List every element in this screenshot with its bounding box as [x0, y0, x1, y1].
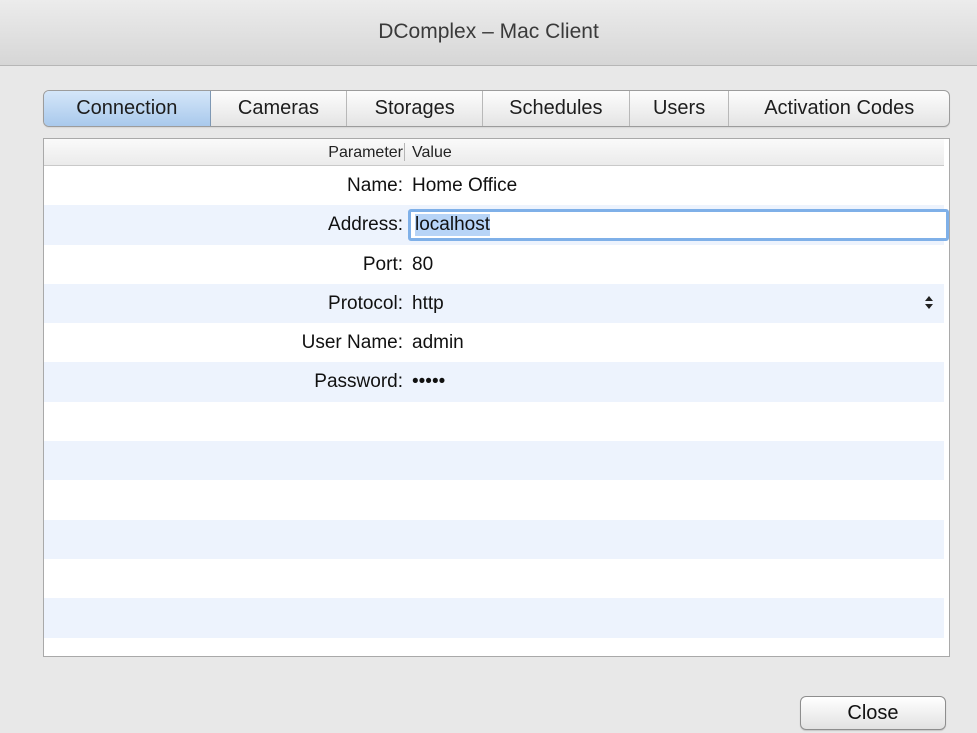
table-header: Parameter Value	[44, 139, 944, 166]
row-label: Protocol:	[328, 292, 403, 314]
table-row-empty	[44, 638, 944, 656]
table-row-address[interactable]: Address:	[44, 205, 949, 245]
row-label: Password:	[314, 371, 403, 393]
table-row-empty	[44, 480, 944, 519]
up-down-stepper-icon[interactable]	[924, 295, 934, 314]
table-row-protocol[interactable]: Protocol: http	[44, 283, 944, 324]
window-titlebar: DComplex – Mac Client	[0, 0, 977, 66]
close-button[interactable]: Close	[800, 696, 946, 730]
table-row-empty	[44, 402, 944, 441]
column-divider	[404, 143, 405, 161]
window-title: DComplex – Mac Client	[378, 20, 599, 43]
row-value[interactable]: admin	[412, 332, 464, 354]
tab-schedules[interactable]: Schedules	[483, 91, 630, 126]
password-value[interactable]: •••••	[412, 371, 445, 393]
address-input[interactable]	[408, 209, 949, 242]
tab-activation-codes[interactable]: Activation Codes	[729, 91, 949, 126]
tab-storages[interactable]: Storages	[347, 91, 484, 126]
tab-connection[interactable]: Connection	[44, 91, 211, 126]
row-label: Address:	[328, 214, 403, 236]
row-value[interactable]: 80	[412, 254, 433, 276]
table-row-port[interactable]: Port: 80	[44, 245, 944, 284]
table-row-empty	[44, 598, 944, 638]
row-label: User Name:	[301, 332, 403, 354]
column-header-parameter[interactable]: Parameter	[328, 144, 403, 162]
table-row-empty	[44, 519, 944, 559]
table-row-password[interactable]: Password: •••••	[44, 362, 944, 402]
row-value[interactable]: Home Office	[412, 175, 517, 197]
table-row-name[interactable]: Name: Home Office	[44, 166, 944, 205]
tab-bar: Connection Cameras Storages Schedules Us…	[43, 90, 950, 127]
parameters-table: Parameter Value Name: Home Office Addres…	[43, 138, 950, 657]
row-label: Name:	[347, 175, 403, 196]
table-row-user-name[interactable]: User Name: admin	[44, 323, 944, 362]
column-header-value[interactable]: Value	[412, 144, 452, 162]
row-label: Port:	[362, 253, 403, 275]
tab-users[interactable]: Users	[630, 91, 730, 126]
table-row-empty	[44, 441, 944, 481]
table-row-empty	[44, 559, 944, 598]
table-body: Name: Home Office Address: Port: 80 Prot…	[44, 166, 949, 656]
tab-cameras[interactable]: Cameras	[211, 91, 348, 126]
protocol-value[interactable]: http	[412, 293, 444, 315]
